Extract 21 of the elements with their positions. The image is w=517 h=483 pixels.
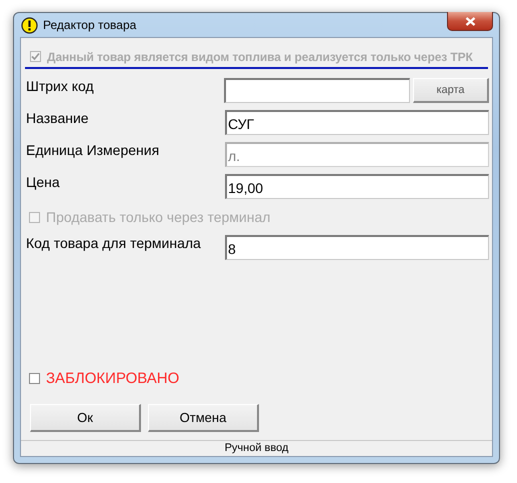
card-button[interactable]: карта <box>413 78 489 103</box>
checkbox-label: Продавать только через терминал <box>46 209 270 225</box>
status-bar: Ручной ввод <box>21 440 492 456</box>
field-label: Код товара для терминала <box>26 235 202 251</box>
checkbox-label: ЗАБЛОКИРОВАНО <box>46 370 180 387</box>
close-button[interactable] <box>447 12 493 31</box>
input-field[interactable]: 8 <box>225 235 489 260</box>
checkbox-label: Данный товар является видом топлива и реализуется только через ТРК <box>47 50 473 64</box>
input-field[interactable]: СУГ <box>225 110 489 135</box>
input-field[interactable] <box>224 78 410 103</box>
checkbox[interactable] <box>29 373 40 384</box>
close-icon <box>464 16 476 26</box>
field-label: Название <box>26 110 90 126</box>
field-label: Единица Измерения <box>26 142 160 158</box>
field-label: Цена <box>26 174 61 190</box>
ok-button[interactable]: Ок <box>30 404 141 432</box>
cancel-button[interactable]: Отмена <box>148 404 259 432</box>
window-title: Редактор товара <box>43 18 138 32</box>
input-field[interactable]: 19,00 <box>225 174 489 199</box>
warning-icon <box>21 16 38 34</box>
field-label: Штрих код <box>26 78 95 94</box>
